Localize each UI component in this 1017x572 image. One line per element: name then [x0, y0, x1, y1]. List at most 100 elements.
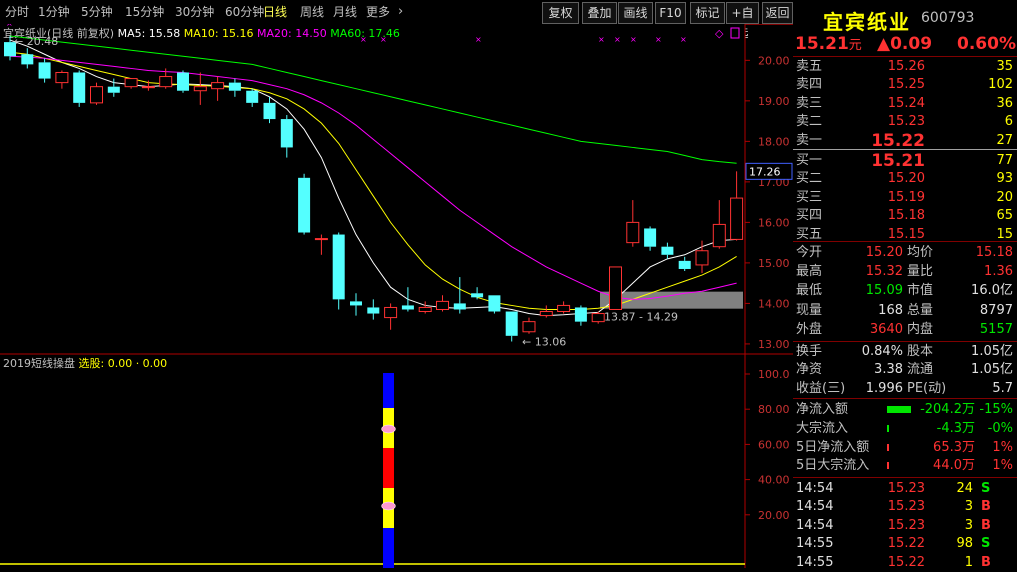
bid-volume: 93: [996, 171, 1013, 187]
period-tab-4[interactable]: 30分钟: [175, 0, 214, 24]
bid-volume: 20: [996, 189, 1013, 205]
indicator-tick-label: 100.0: [758, 368, 790, 381]
stat-label: 收益(三): [796, 380, 846, 396]
candle-body: [159, 76, 173, 88]
legend-ma10: MA10: 15.16: [180, 27, 253, 40]
stat-label: 换手: [796, 344, 823, 359]
candle[interactable]: [298, 173, 311, 235]
tick-time: 14:55: [796, 554, 834, 570]
tick-time: 14:54: [796, 499, 834, 515]
stat-value: 8797: [979, 302, 1013, 318]
stat-label: 内盘: [907, 321, 934, 337]
period-tab-7[interactable]: 周线: [300, 0, 324, 24]
period-tab-8[interactable]: 月线: [333, 0, 357, 24]
bid-price: 15.20: [887, 171, 925, 187]
stat-label: 均价: [907, 245, 934, 260]
candle-body: [401, 305, 414, 310]
candle-body: [211, 82, 225, 90]
money-flow-label: 净流入额: [796, 402, 849, 417]
period-tab-9[interactable]: 更多: [366, 0, 390, 24]
indicator-tick-label: 40.00: [758, 474, 790, 487]
diamond-icon[interactable]: ◇: [715, 27, 724, 40]
signal-mark-6: ×: [360, 35, 367, 44]
period-toolbar: 分时 1分钟 5分钟 15分钟 30分钟 60分钟 日线 周线 月线 更多 › 复权 叠加 画线 F10 标记…: [0, 0, 793, 40]
candle-body: [471, 293, 484, 298]
candle[interactable]: [332, 232, 345, 310]
bid-label: 买一: [796, 153, 823, 168]
bid-price: 15.21: [871, 151, 925, 171]
candle-body: [539, 311, 553, 317]
candle-body: [712, 223, 726, 248]
y-tick-label: 13.00: [758, 338, 790, 351]
candle[interactable]: [73, 70, 86, 107]
candle[interactable]: [488, 295, 501, 314]
low-price-marker: ← 13.06: [522, 335, 566, 348]
candle-body: [350, 301, 362, 306]
money-flow-value: 44.0万: [933, 458, 975, 474]
period-tab-6[interactable]: 日线: [263, 0, 287, 24]
high-price-marker: ← 20.48: [14, 35, 58, 48]
money-flow-value: -204.2万: [920, 402, 975, 417]
tick-price: 15.23: [887, 499, 925, 515]
tick-side: B: [981, 499, 991, 515]
candle-body: [488, 295, 501, 312]
stat-label: 外盘: [796, 321, 823, 337]
y-tick-label: 14.00: [758, 297, 790, 310]
money-flow-bar: [887, 424, 889, 432]
candle-body: [591, 313, 605, 323]
money-flow-value: -4.3万: [936, 420, 975, 436]
tick-time: 14:55: [796, 536, 834, 552]
stat-value: 5157: [979, 321, 1013, 337]
ask-label: 卖一: [796, 132, 823, 148]
toolbar-button-1[interactable]: 叠加: [582, 2, 617, 24]
signal-bar-segment: [383, 373, 394, 408]
tick-price: 15.22: [887, 554, 925, 570]
kline-chart[interactable]: 宜宾纸业(日线 前复权) MA5: 15.58 MA10: 15.16 MA20…: [0, 24, 793, 568]
candle-body: [384, 306, 398, 319]
candle[interactable]: [177, 70, 189, 93]
stock-code: 600793: [921, 10, 975, 26]
stat-value: 1.996: [865, 380, 903, 396]
ask-price: 15.23: [887, 114, 925, 130]
legend-ma20: MA20: 14.50: [254, 27, 327, 40]
signal-dot-icon: [381, 501, 396, 511]
toolbar-button-3[interactable]: F10: [655, 2, 686, 24]
toolbar-button-0[interactable]: 复权: [542, 2, 579, 24]
candle[interactable]: [609, 266, 622, 310]
chevron-right-icon[interactable]: ›: [398, 0, 403, 24]
period-tab-0[interactable]: 分时: [5, 0, 29, 24]
toolbar-button-2[interactable]: 画线: [618, 2, 653, 24]
period-tab-3[interactable]: 15分钟: [125, 0, 164, 24]
candle-body: [21, 54, 34, 65]
money-flow-label: 5日大宗流入: [796, 458, 870, 474]
signal-mark-1: ×: [598, 35, 605, 44]
tick-time: 14:54: [796, 481, 834, 496]
y-tick-label: 15.00: [758, 257, 790, 270]
period-tab-1[interactable]: 1分钟: [38, 0, 70, 24]
quote-panel: 15.21元 ▲0.09 0.60% 卖五 15.26 35 卖四 15.25 102 卖三…: [793, 34, 1017, 570]
indicator-name: 2019短线操盘: [3, 356, 79, 370]
candle-body: [695, 250, 709, 266]
toolbar-button-6[interactable]: 返回: [762, 2, 793, 24]
candle-body: [644, 228, 657, 247]
signal-mark-0: ×: [6, 24, 13, 28]
bid-label: 买二: [796, 171, 823, 187]
stat-value: 1.05亿: [971, 344, 1013, 359]
money-flow-pct: 1%: [992, 439, 1013, 455]
period-tab-2[interactable]: 5分钟: [81, 0, 113, 24]
stat-value: 1.05亿: [971, 362, 1013, 378]
candle-body: [574, 307, 587, 322]
bid-label: 买三: [796, 189, 823, 205]
candle[interactable]: [591, 311, 605, 324]
tick-side: S: [981, 481, 991, 496]
candle-body: [90, 86, 103, 104]
signal-mark-3: ×: [630, 35, 637, 44]
ask-label: 卖四: [796, 77, 823, 93]
period-tab-5[interactable]: 60分钟: [225, 0, 264, 24]
toolbar-button-4[interactable]: 标记: [690, 2, 725, 24]
stat-value: 0.84%: [861, 344, 903, 359]
toolbar-button-5[interactable]: +自选: [726, 2, 759, 40]
ask-price: 15.22: [871, 130, 925, 151]
tick-price: 15.23: [887, 517, 925, 533]
legend-ma5: MA5: 15.58: [114, 27, 180, 40]
